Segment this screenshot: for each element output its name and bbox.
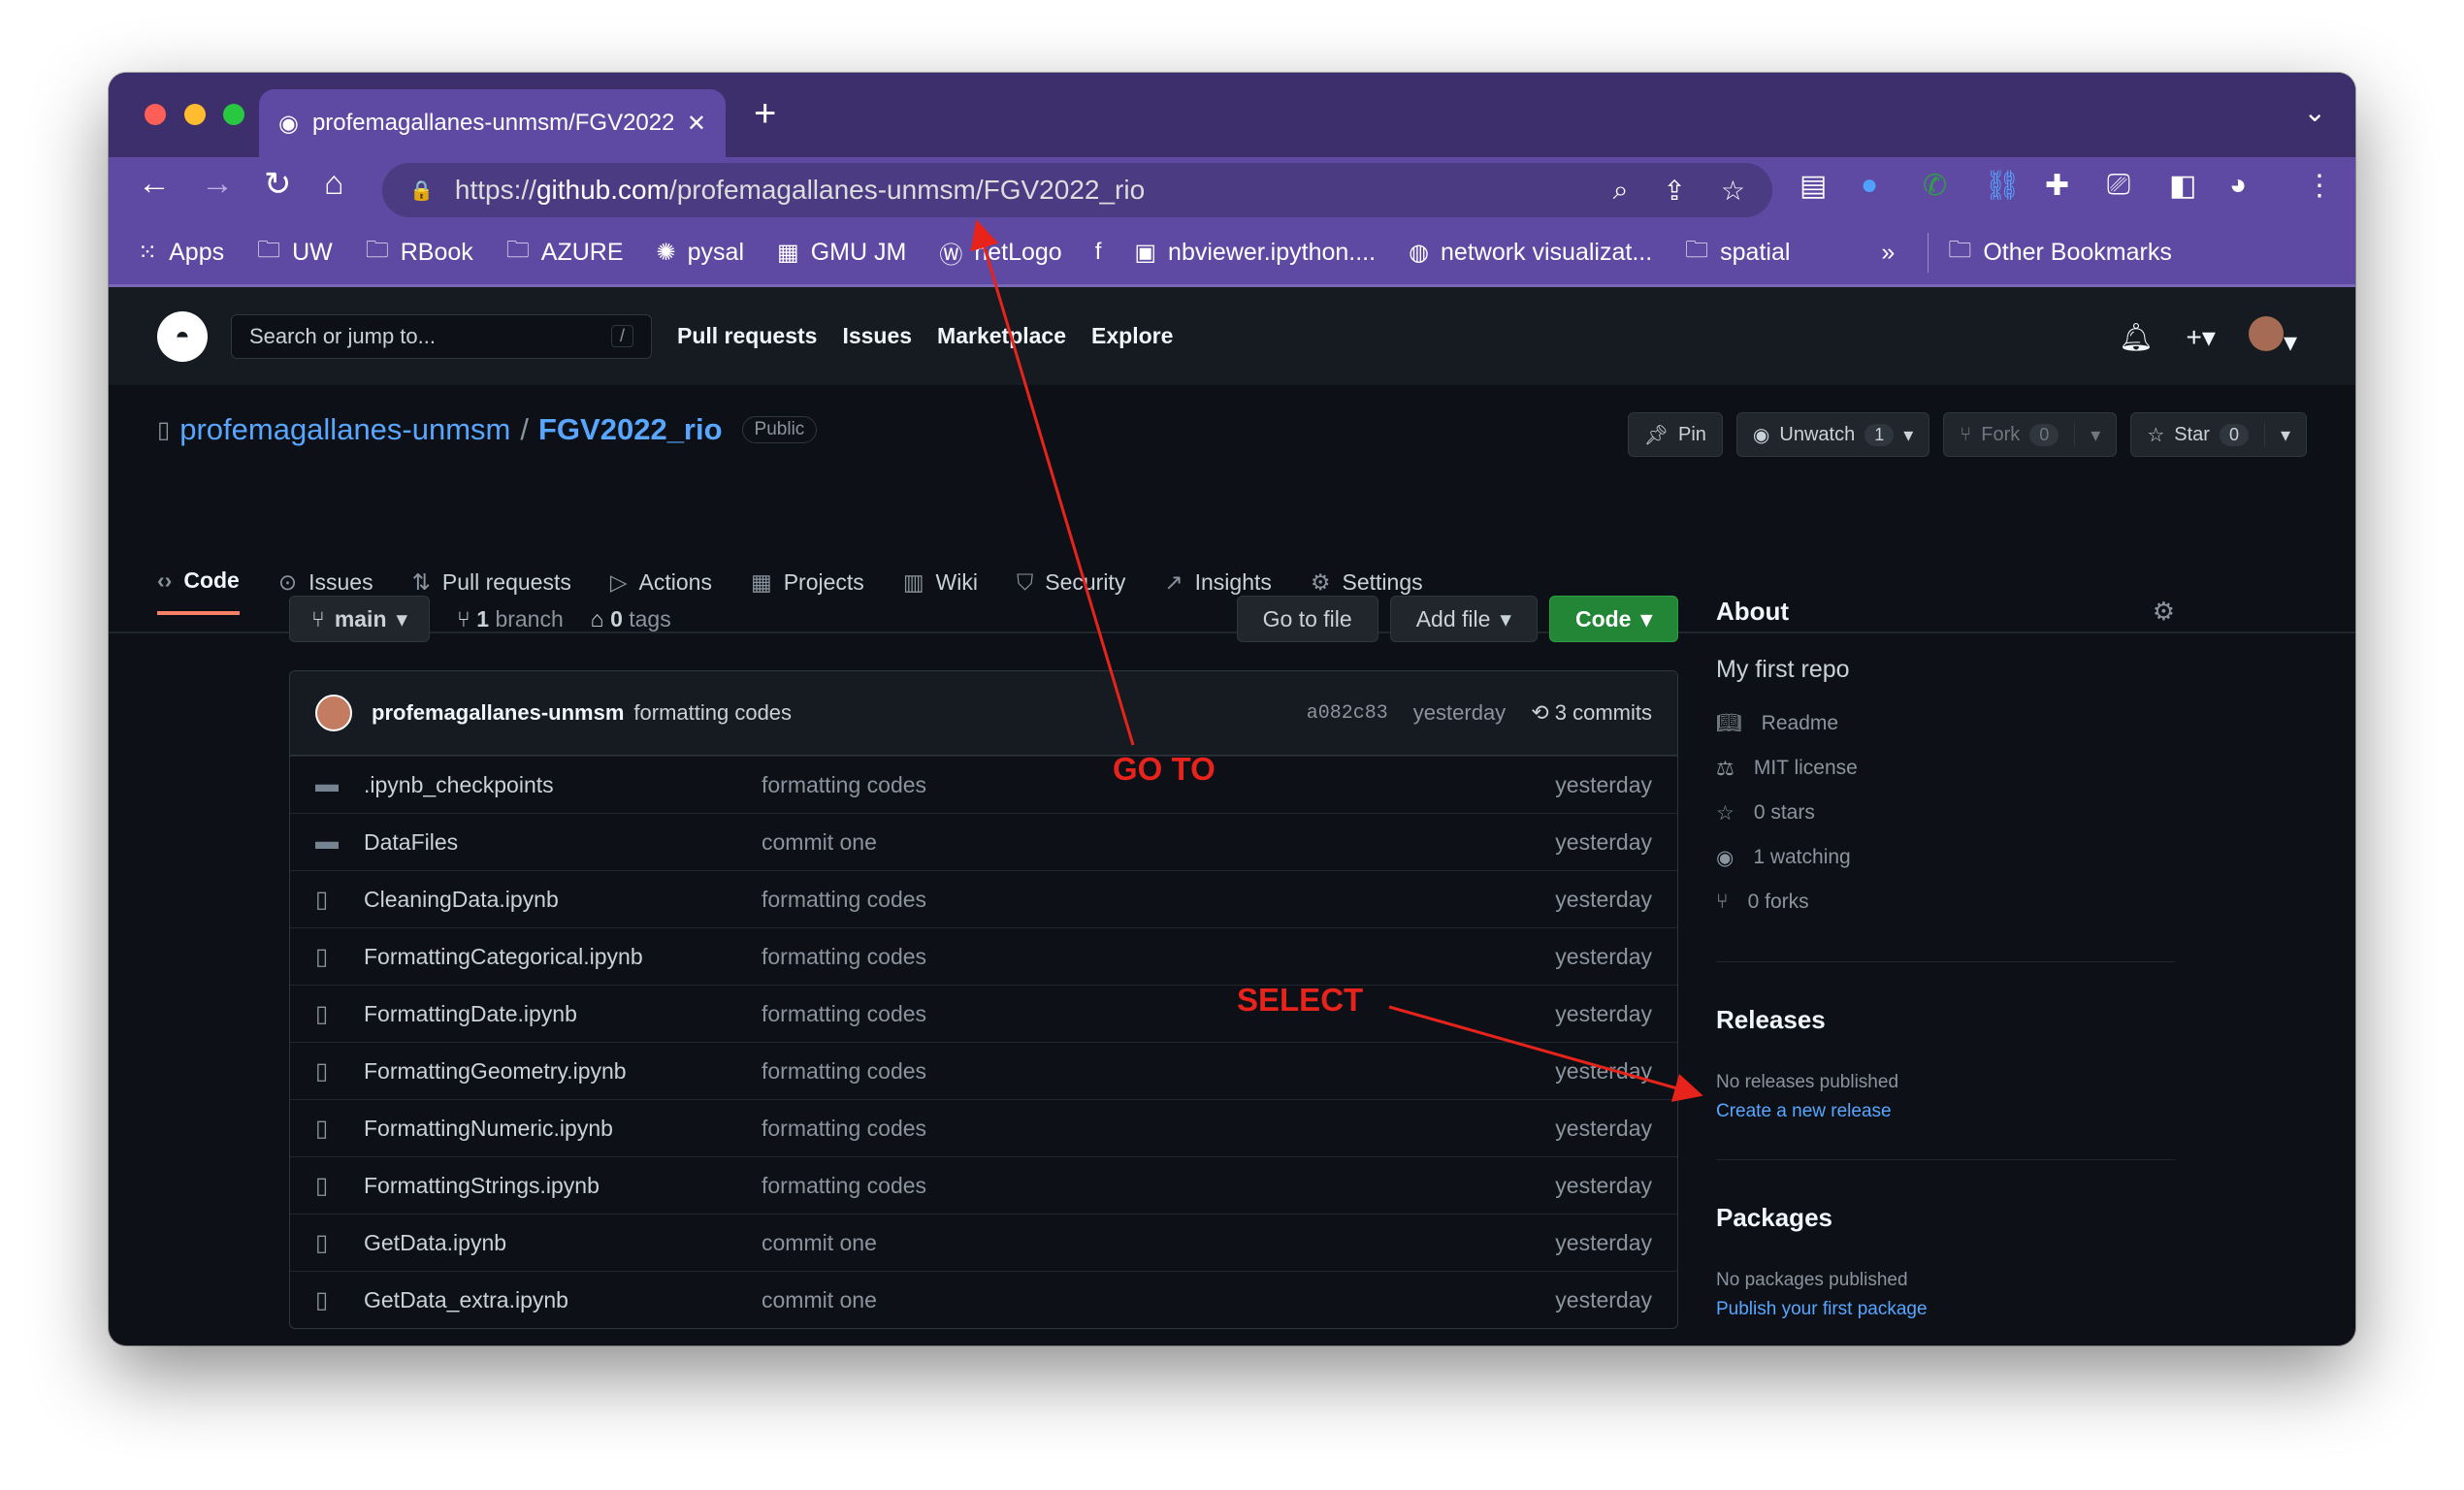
go-to-annotation: GO TO [1113,751,1216,787]
select-annotation: SELECT [1237,982,1364,1018]
go-to-arrow [970,219,1135,746]
select-arrow [1388,1005,1703,1102]
annotation-arrows [970,219,1703,1102]
